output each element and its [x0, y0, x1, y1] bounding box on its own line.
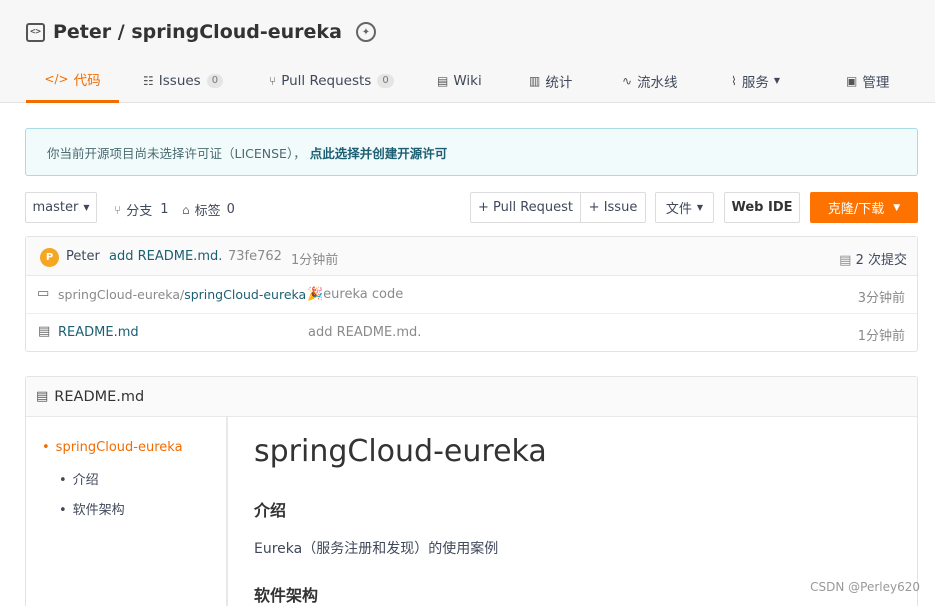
tab-issues[interactable]: ☷ Issues 0 [143, 58, 224, 103]
issues-icon: ☷ [143, 73, 154, 88]
tab-wiki[interactable]: ▤ Wiki [437, 58, 482, 103]
bullet-icon: • [59, 503, 67, 518]
tab-label: Issues [158, 72, 201, 89]
repo-tabs: </> 代码 ☷ Issues 0 ⑂ Pull Requests 0 ▤ Wi… [26, 58, 916, 103]
avatar[interactable]: P [40, 248, 59, 267]
bullet-icon: • [42, 440, 50, 455]
file-commit-message[interactable]: 🎉eureka code [307, 287, 403, 302]
clone-label: 克隆/下载 [827, 202, 885, 217]
new-issue-button[interactable]: + Issue [580, 192, 646, 223]
branch-icon: ⑂ [114, 202, 122, 217]
chevron-down-icon: ▼ [696, 203, 704, 212]
commit-message[interactable]: add README.md. [109, 249, 222, 264]
file-menu-label: 文件 [665, 202, 692, 217]
tab-label: 统计 [545, 74, 573, 91]
tags-link[interactable]: ⌂ 标签 0 [182, 200, 235, 219]
commit-time: 1分钟前 [291, 253, 339, 268]
issues-count-badge: 0 [206, 73, 224, 88]
notice-text: 你当前开源项目尚未选择许可证（LICENSE）， [47, 145, 306, 161]
readme-h1: springCloud-eureka [254, 434, 547, 469]
tab-label: 管理 [862, 74, 890, 91]
file-time: 1分钟前 [857, 329, 905, 344]
settings-doc-icon: ▣ [846, 73, 858, 88]
tab-services[interactable]: ⌇ 服务 ▼ [731, 58, 780, 103]
folder-path-prefix: springCloud-eureka/ [58, 287, 185, 302]
chart-icon: ▥ [529, 73, 541, 88]
tab-label: 代码 [73, 73, 101, 89]
web-ide-button[interactable]: Web IDE [724, 192, 800, 223]
pulse-icon: ⌇ [731, 73, 737, 88]
readme-title: README.md [54, 388, 145, 405]
folder-icon: ▭ [37, 286, 50, 301]
pull-request-icon: ⑂ [269, 73, 277, 88]
toc-label: 软件架构 [72, 503, 125, 518]
license-notice: 你当前开源项目尚未选择许可证（LICENSE）， 点此选择并创建开源许可 [25, 128, 918, 176]
readme-header: ▤ README.md [26, 377, 917, 417]
tab-code[interactable]: </> 代码 [26, 58, 119, 103]
file-commit-message[interactable]: add README.md. [308, 325, 421, 340]
file-time: 3分钟前 [857, 291, 905, 306]
toc-item[interactable]: • 介绍 [59, 469, 99, 488]
tab-stats[interactable]: ▥ 统计 [529, 58, 572, 103]
folder-name[interactable]: springCloud-eureka [184, 287, 306, 302]
tab-label: 服务 [741, 74, 769, 91]
tab-label: Pull Requests [281, 72, 372, 89]
file-list: P Peter add README.md. 73fe762 1分钟前 ▤ 2 … [25, 236, 918, 352]
tags-count: 0 [226, 202, 235, 217]
tab-pull-requests[interactable]: ⑂ Pull Requests 0 [269, 58, 394, 103]
toc-item[interactable]: • 软件架构 [59, 499, 125, 518]
latest-commit-row: P Peter add README.md. 73fe762 1分钟前 ▤ 2 … [26, 237, 917, 276]
readme-h2-arch: 软件架构 [254, 586, 319, 605]
commit-author[interactable]: Peter [66, 249, 100, 264]
clone-download-button[interactable]: 克隆/下载 ▼ [810, 192, 918, 223]
bullet-icon: • [59, 473, 67, 488]
commits-label: 2 次提交 [855, 253, 907, 268]
chevron-down-icon: ▼ [773, 76, 781, 85]
file-path[interactable]: springCloud-eureka/springCloud-eureka [58, 287, 306, 302]
commits-icon: ▤ [839, 253, 856, 268]
file-menu-button[interactable]: 文件 ▼ [655, 192, 714, 223]
commit-hash[interactable]: 73fe762 [228, 249, 282, 264]
file-name[interactable]: README.md [58, 325, 139, 340]
tags-label: 标签 [194, 204, 221, 219]
toc-item[interactable]: • springCloud-eureka [42, 440, 183, 455]
wiki-icon: ▤ [437, 73, 449, 88]
create-license-link[interactable]: 点此选择并创建开源许可 [310, 143, 448, 162]
branches-label: 分支 [126, 204, 153, 219]
pipeline-icon: ∿ [622, 73, 633, 88]
branches-link[interactable]: ⑂ 分支 1 [114, 200, 169, 219]
caret-down-icon: ▼ [893, 202, 901, 213]
readme-panel: ▤ README.md • springCloud-eureka • 介绍 • 软件架… [25, 376, 918, 606]
commit-count-link[interactable]: ▤ 2 次提交 [839, 249, 907, 268]
watermark: CSDN @Perley620 [810, 580, 920, 594]
readme-toc: • springCloud-eureka • 介绍 • 软件架构 [26, 417, 228, 606]
tag-icon: ⌂ [182, 202, 190, 217]
repo-name[interactable]: Peter / springCloud-eureka [53, 21, 342, 43]
tab-pipeline[interactable]: ∿ 流水线 [622, 58, 678, 103]
toc-label: springCloud-eureka [55, 440, 183, 455]
repo-title-bar: <> Peter / springCloud-eureka ✦ [26, 21, 376, 43]
list-item[interactable]: ▤ README.md add README.md. 1分钟前 [26, 314, 917, 352]
readme-h2-intro: 介绍 [254, 501, 287, 520]
new-pull-request-button[interactable]: + Pull Request [470, 192, 581, 223]
file-icon: ▤ [36, 389, 49, 404]
code-repo-icon: <> [26, 22, 45, 42]
readme-intro-text: Eureka（服务注册和发现）的使用案例 [254, 541, 499, 557]
recommend-badge-icon[interactable]: ✦ [355, 22, 376, 42]
branches-count: 1 [160, 202, 169, 217]
branch-select[interactable]: master ▼ [25, 192, 97, 223]
tab-manage[interactable]: ▣ 管理 [846, 58, 889, 103]
repo-header: <> Peter / springCloud-eureka ✦ </> 代码 ☷… [0, 0, 935, 103]
list-item[interactable]: ▭ springCloud-eureka/springCloud-eureka … [26, 276, 917, 314]
code-icon: </> [44, 72, 69, 86]
branch-name: master [32, 200, 79, 215]
file-icon: ▤ [38, 324, 51, 339]
chevron-down-icon: ▼ [83, 203, 90, 212]
toc-label: 介绍 [72, 473, 99, 488]
tab-label: 流水线 [637, 74, 678, 91]
pr-count-badge: 0 [377, 73, 394, 88]
tab-label: Wiki [453, 72, 482, 89]
